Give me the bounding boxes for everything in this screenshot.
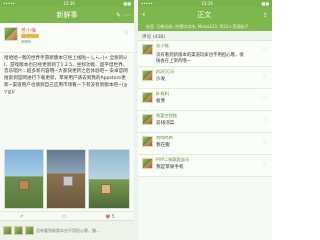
avatar[interactable] [142, 136, 153, 147]
battery-icon: ■■ [261, 1, 269, 6]
author-meta [21, 40, 31, 43]
tag-line[interactable]: 标签: 功能动态, 柠檬冰凉凉, Molze233, 等20人受理帖子 [138, 23, 272, 31]
signal-indicator: ••••• [3, 1, 15, 6]
more-icon[interactable]: ⋯ [124, 12, 130, 19]
like-icon[interactable]: ♡ [262, 73, 267, 80]
post-text: 哈哈哈~我的世界手游新版本已经上线啦~ (｡•̀ᴗ-)✧ 全新的UI，游戏版本也… [4, 56, 128, 95]
screenshot-image[interactable] [88, 149, 130, 209]
thumbnail-image[interactable] [3, 226, 12, 235]
comment-item[interactable]: 熟菜空视频 前排涼菜 ♡ [138, 111, 272, 133]
feed-panel: ••••• 15:36 ■■ 新鲜事 ✎ ⋯ 苦小柚 ☆ 哈哈哈~我的世界手游新… [0, 0, 134, 240]
like-icon[interactable]: ♡ [262, 47, 267, 54]
post-images [4, 149, 130, 211]
avatar[interactable] [142, 44, 153, 55]
comment-item[interactable]: JIQ乐打水 沙发 ♡ [138, 67, 272, 89]
comment-author[interactable]: 呜呜呜呜 [156, 135, 173, 141]
nav-bar: ‹ 正文 ⇪ [138, 7, 272, 23]
reply-thumbnails [3, 226, 34, 235]
avatar[interactable] [142, 158, 153, 169]
level-badge [21, 34, 39, 38]
avatar[interactable] [4, 27, 18, 41]
comment-text-continued: 快会在上架的哦~ [156, 59, 191, 64]
comment-count: 评论 (438) [138, 31, 272, 41]
comment-text: 我在搬 [156, 143, 170, 148]
signal-indicator: ••••• [141, 1, 153, 6]
post-content: 哈哈哈~我的世界手游新版本已经上线啦~ (｡•̀ᴗ-)✧ 全新的UI，游戏版本也… [0, 53, 134, 149]
favorite-icon[interactable]: ☆ [124, 29, 129, 36]
reply-hint[interactable]: 没有看到新版本也不用担心哦，慢... [36, 228, 100, 234]
comment-text: 前排涼菜 [156, 121, 175, 126]
back-icon[interactable]: ‹ [142, 10, 146, 20]
page: ••••• 15:36 ■■ 新鲜事 ✎ ⋯ 苦小柚 ☆ 哈哈哈~我的世界手游新… [0, 0, 272, 240]
status-time: 15:36 [201, 1, 213, 6]
block-icon [19, 180, 29, 190]
screenshot-image[interactable] [46, 149, 86, 209]
page-title: 正文 [197, 11, 212, 19]
status-bar: ••••• 15:36 ■■ [0, 0, 134, 7]
nav-bar: 新鲜事 ✎ ⋯ [0, 7, 134, 23]
comment-item[interactable]: N-耗料 板凳 ♡ [138, 89, 272, 111]
comment-text: 沙发 [156, 77, 166, 82]
like-icon[interactable]: ♡ [262, 161, 267, 168]
comment-author[interactable]: N-耗料 [156, 91, 169, 97]
comment-author[interactable]: JIQ乐打水 [156, 69, 174, 75]
thumbnail-image[interactable] [14, 226, 23, 235]
status-time: 15:36 [63, 1, 75, 6]
comment-author[interactable]: 熟菜空视频 [156, 113, 177, 119]
comment-item[interactable]: 呜呜呜呜 我在搬 ♡ [138, 133, 272, 155]
avatar[interactable] [142, 70, 153, 81]
like-icon[interactable]: ♡ [262, 95, 267, 102]
thumbnail-image[interactable] [25, 226, 34, 235]
comment-item[interactable]: PVP二狗蔬蔬血马 我是苹果手机 ♡ [138, 155, 272, 177]
edit-icon[interactable]: ✎ [116, 12, 121, 19]
screenshot-image[interactable] [4, 149, 44, 209]
like-icon[interactable]: ♡ [262, 139, 267, 146]
like-icon[interactable]: ♡ [262, 117, 267, 124]
comment-item[interactable]: 苦小柚 没有看到新版本的渠道玩家也不用担心哦，很 快会在上架的哦~ ♡ [138, 41, 272, 67]
reply-bar: 没有看到新版本也不用担心哦，慢... [0, 220, 134, 240]
block-icon [101, 184, 111, 194]
avatar[interactable] [142, 92, 153, 103]
comment-text: 我是苹果手机 [156, 165, 184, 170]
author-name[interactable]: 苦小柚 [21, 27, 36, 34]
post-header: 苦小柚 ☆ [0, 23, 134, 53]
avatar[interactable] [142, 114, 153, 125]
comment-text: 板凳 [156, 99, 166, 104]
status-bar: ••••• 15:36 ■■ [138, 0, 272, 7]
battery-icon: ■■ [123, 1, 131, 6]
share-icon[interactable]: ⇪ [263, 12, 268, 19]
nav-actions: ✎ ⋯ [116, 12, 130, 19]
detail-panel: ••••• 15:36 ■■ ‹ 正文 ⇪ 标签: 功能动态, 柠檬冰凉凉, M… [138, 0, 272, 240]
page-title: 新鲜事 [56, 11, 78, 19]
comment-author[interactable]: 苦小柚 [156, 43, 169, 49]
block-icon [63, 176, 73, 186]
nav-actions: ⇪ [263, 12, 268, 19]
comment-author[interactable]: PVP二狗蔬蔬血马 [156, 157, 189, 163]
